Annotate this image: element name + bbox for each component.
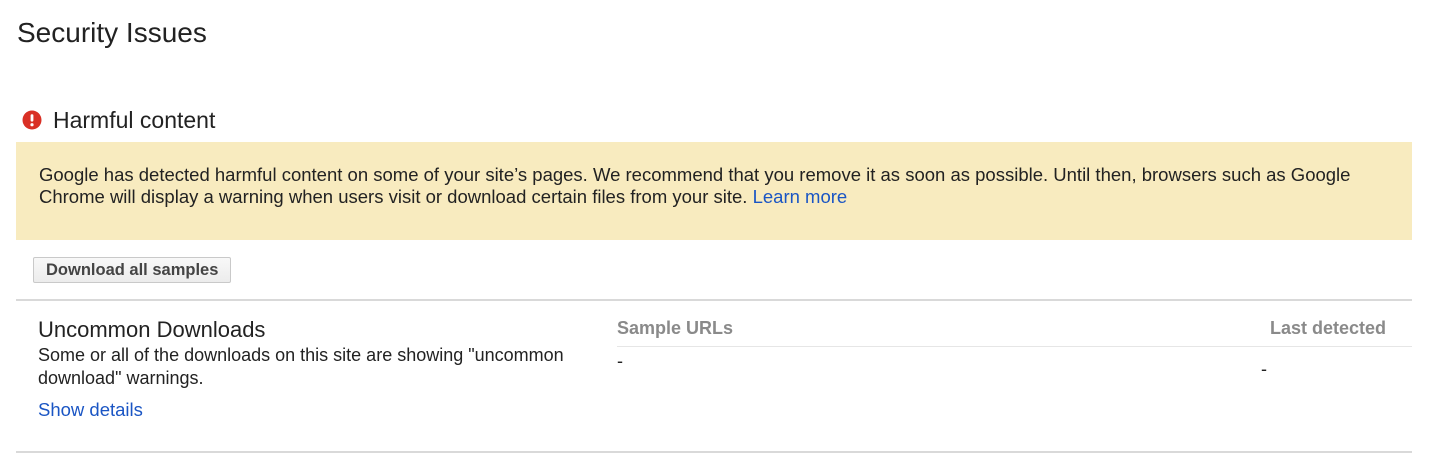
issue-description: Some or all of the downloads on this sit…	[38, 345, 564, 388]
column-header-rule	[617, 346, 1412, 347]
harmful-content-header: Harmful content	[22, 104, 215, 136]
alert-circle-icon	[22, 110, 42, 130]
show-details-link[interactable]: Show details	[38, 398, 143, 422]
section-title: Harmful content	[53, 107, 216, 133]
download-all-samples-button[interactable]: Download all samples	[33, 257, 232, 283]
last-detected-column-header: Last detected	[1269, 318, 1386, 338]
table-top-divider	[16, 299, 1412, 301]
last-detected-value: -	[1261, 359, 1267, 379]
learn-more-link[interactable]: Learn more	[753, 186, 848, 207]
sample-urls-column-header: Sample URLs	[617, 318, 734, 338]
issue-name: Uncommon Downloads	[38, 317, 266, 342]
warning-banner: Google has detected harmful content on s…	[16, 142, 1412, 240]
banner-text: Google has detected harmful content on s…	[39, 164, 1351, 207]
sample-url-value: -	[617, 351, 623, 371]
security-issues-page: Security Issues Harmful content Google h…	[0, 0, 1446, 466]
page-title: Security Issues	[17, 17, 207, 48]
table-bottom-divider	[16, 451, 1412, 453]
